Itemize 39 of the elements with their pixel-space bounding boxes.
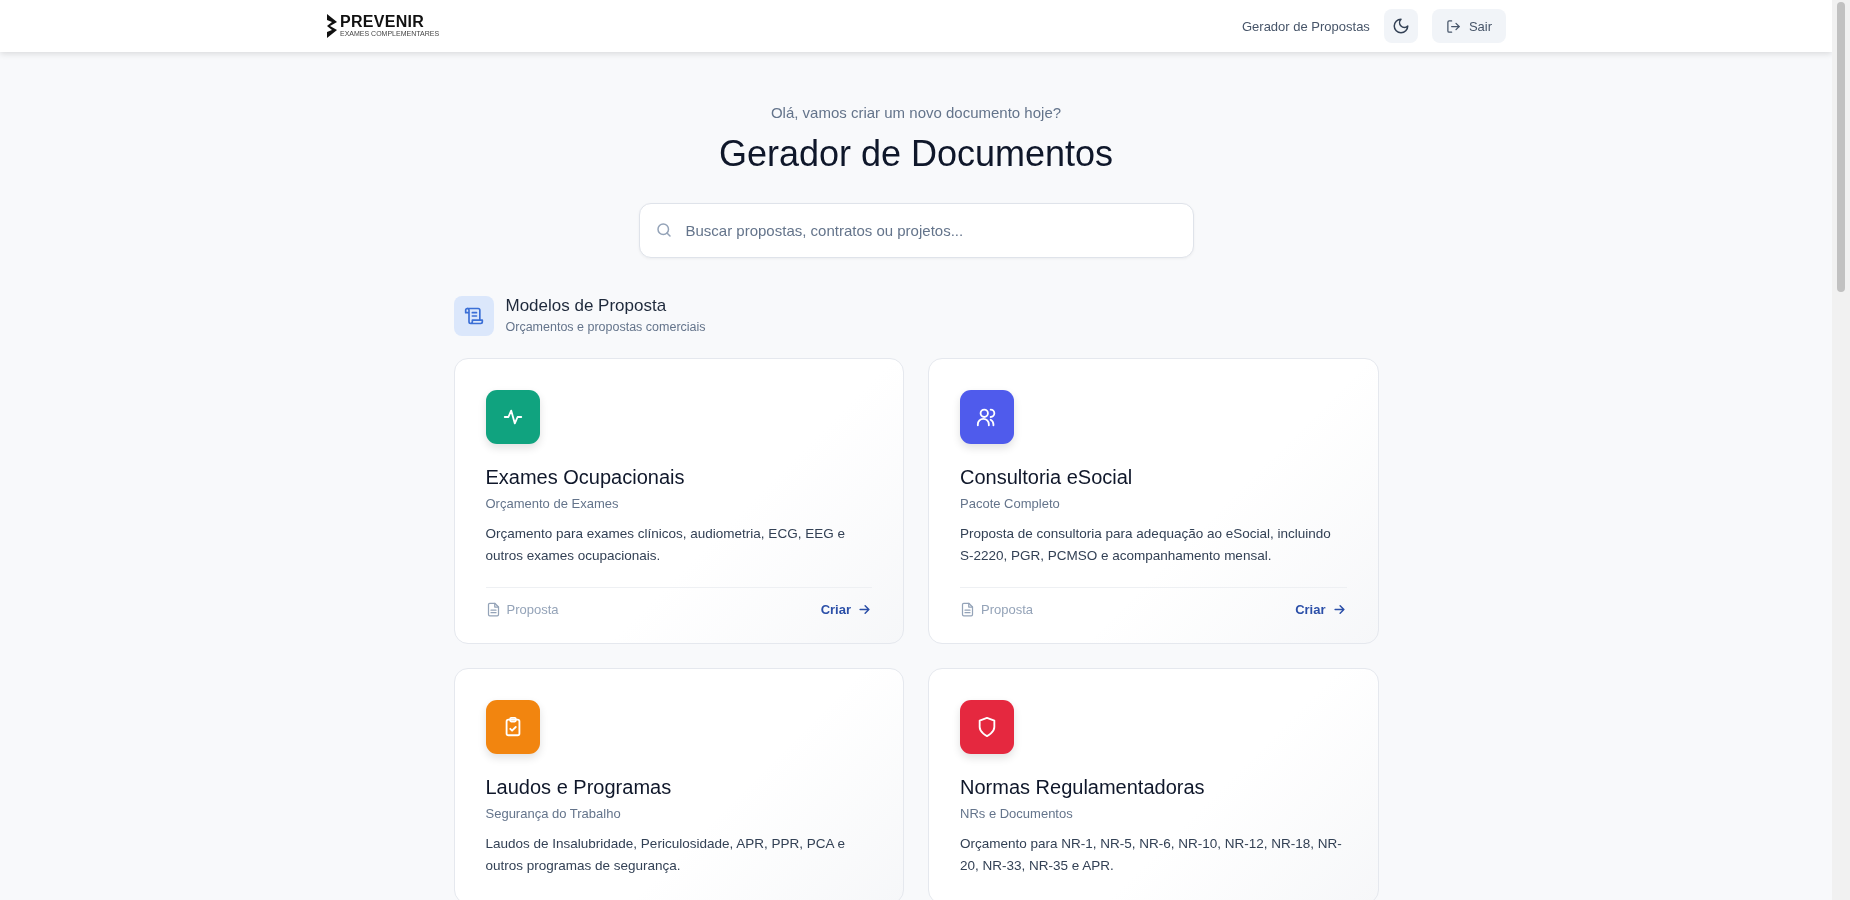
section-title: Modelos de Proposta bbox=[505, 296, 668, 316]
search-field[interactable]: Buscar propostas, contratos ou projetos... bbox=[638, 203, 1194, 258]
card-description: Laudos de Insalubridade, Periculosidade, APR, PPR, PCA e outros programas de segurança. bbox=[485, 835, 846, 875]
card-title: Normas Regulamentadoras bbox=[960, 776, 1205, 799]
card-subtitle: Segurança do Trabalho bbox=[485, 806, 621, 821]
create-link[interactable]: Criar bbox=[820, 602, 872, 617]
card-description: Orçamento para NR-1, NR-5, NR-6, NR-10, NR-12, NR-18, NR-20, NR-33, NR-35 e APR. bbox=[960, 835, 1343, 875]
scrollbar[interactable] bbox=[1832, 0, 1850, 900]
logout-button[interactable]: Sair bbox=[1431, 9, 1506, 43]
greeting: Olá, vamos criar um novo documento hoje? bbox=[770, 104, 1062, 121]
card-subtitle: Pacote Completo bbox=[960, 496, 1060, 511]
template-card[interactable]: Normas Regulamentadoras NRs e Documentos Orçamento para NR-1, NR-5, NR-6, NR-10, NR-12, NR-18, NR-20, NR-33, NR-35 e APR. bbox=[928, 668, 1379, 900]
section-subtitle: Orçamentos e propostas comerciais bbox=[505, 320, 706, 334]
page-title: Gerador de Documentos bbox=[718, 133, 1114, 175]
card-title: Exames Ocupacionais bbox=[485, 466, 685, 489]
card-description: Orçamento para exames clínicos, audiometria, ECG, EEG e outros exames ocupacionais. bbox=[485, 525, 846, 565]
logout-icon bbox=[1445, 18, 1461, 34]
nav-link[interactable]: Gerador de Propostas bbox=[1241, 18, 1370, 34]
template-card[interactable]: Laudos e Programas Segurança do Trabalho Laudos de Insalubridade, Periculosidade, APR, PPR, PCA e outros programas de segurança. bbox=[453, 668, 904, 900]
card-type-label: Proposta bbox=[981, 602, 1034, 617]
search-icon bbox=[654, 221, 673, 239]
template-card[interactable]: Exames Ocupacionais Orçamento de Exames Orçamento para exames clínicos, audiometria, ECG, EEG e outros exames ocupacionais. Proposta Criar bbox=[453, 358, 904, 644]
template-card[interactable]: Consultoria eSocial Pacote Completo Proposta de consultoria para adequação ao eSocial, incluindo S-2220, PGR, PCMSO e acompanhamento mensal. Proposta Criar bbox=[928, 358, 1379, 644]
logo-name: PREVENIR bbox=[340, 14, 426, 30]
arrow-right-icon bbox=[1331, 602, 1347, 617]
card-type-label: Proposta bbox=[506, 602, 559, 617]
scroll-icon bbox=[453, 296, 494, 336]
document-icon bbox=[485, 602, 501, 617]
card-subtitle: NRs e Documentos bbox=[960, 806, 1073, 821]
arrow-right-icon bbox=[857, 602, 872, 617]
document-icon bbox=[960, 602, 975, 617]
create-link[interactable]: Criar bbox=[1295, 602, 1347, 617]
moon-icon bbox=[1391, 17, 1410, 35]
card-title: Consultoria eSocial bbox=[960, 466, 1133, 489]
theme-toggle-button[interactable] bbox=[1383, 9, 1418, 43]
card-subtitle: Orçamento de Exames bbox=[485, 496, 619, 511]
card-title: Laudos e Programas bbox=[485, 776, 672, 799]
logo-mark-icon bbox=[326, 13, 338, 39]
card-description: Proposta de consultoria para adequação ao eSocial, incluindo S-2220, PGR, PCMSO e acompanhamento mensal. bbox=[960, 525, 1332, 565]
